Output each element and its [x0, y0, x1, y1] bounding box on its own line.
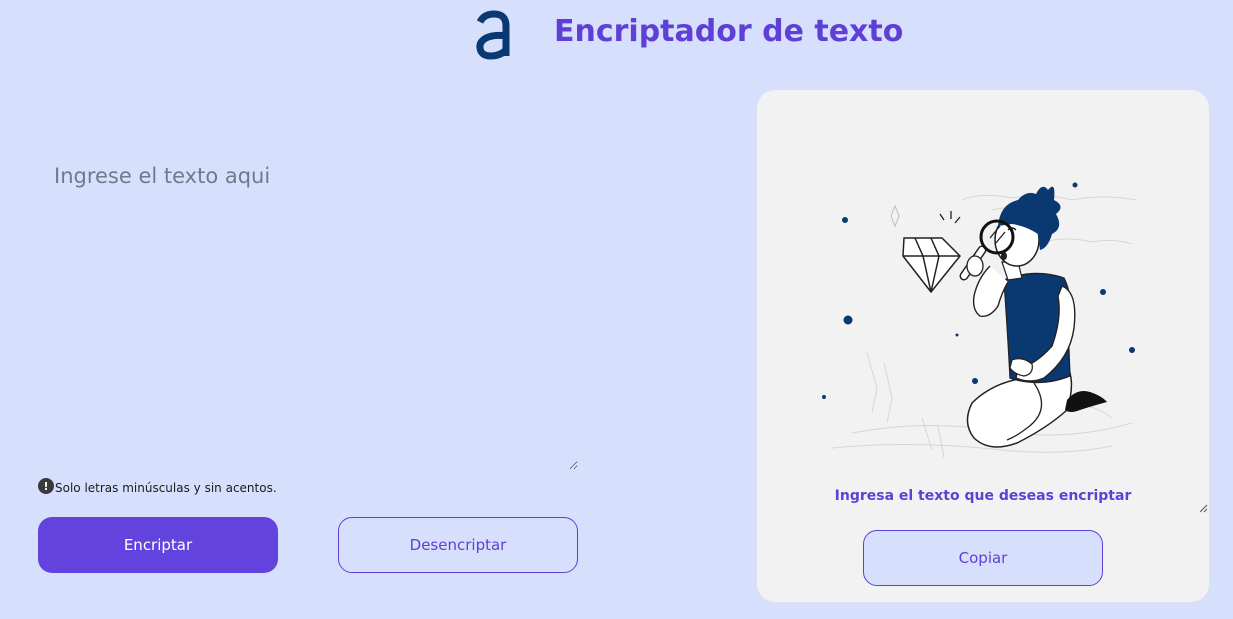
text-input[interactable] [40, 150, 578, 470]
alura-logo-icon [476, 10, 510, 60]
decrypt-button[interactable]: Desencriptar [338, 517, 578, 573]
encrypt-button[interactable]: Encriptar [38, 517, 278, 573]
person-magnifying-glass-illustration [822, 182, 1138, 459]
resize-grip-icon[interactable] [1198, 503, 1208, 513]
page-title: Encriptador de texto [554, 14, 904, 49]
output-message: Ingresa el texto que deseas encriptar [834, 488, 1132, 504]
hint-text: Solo letras minúsculas y sin acentos. [55, 481, 277, 495]
output-panel: Ingresa el texto que deseas encriptar Co… [757, 90, 1209, 602]
copy-button[interactable]: Copiar [863, 530, 1103, 586]
exclamation-circle-icon: ! [38, 478, 54, 494]
input-hint: ! Solo letras minúsculas y sin acentos. [38, 478, 277, 495]
